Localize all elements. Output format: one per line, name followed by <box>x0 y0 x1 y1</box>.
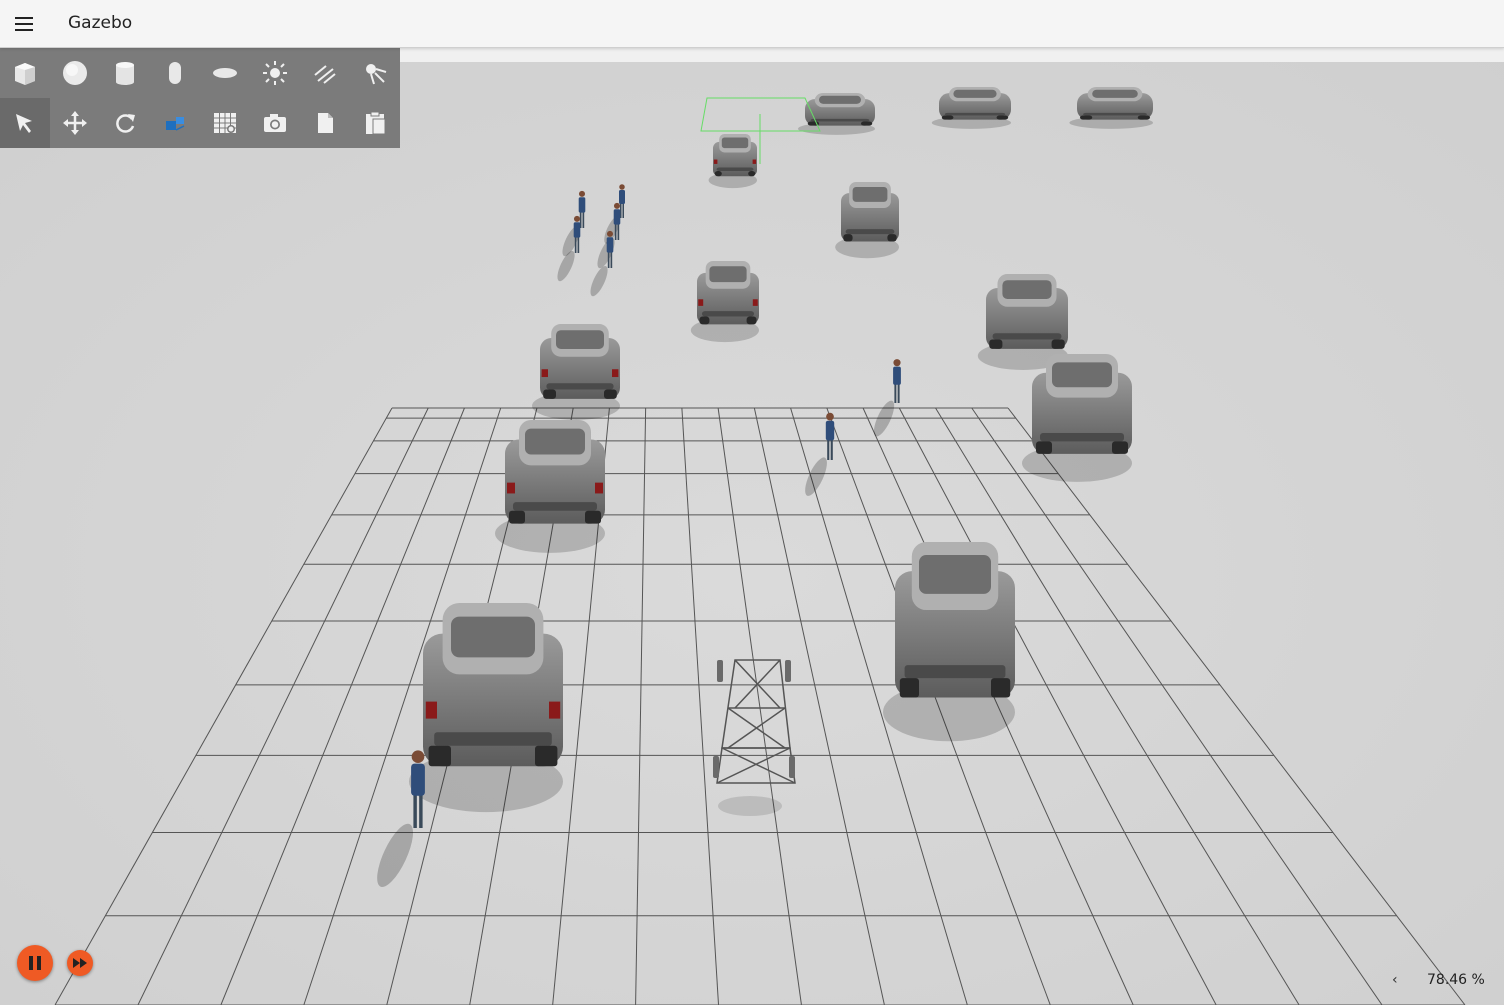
car-model[interactable] <box>1077 87 1153 120</box>
real-time-factor: 78.46 % <box>1427 972 1485 988</box>
screenshot-camera-icon <box>264 114 286 132</box>
box-shape-button[interactable] <box>0 48 50 98</box>
ellipsoid-shape-button[interactable] <box>200 48 250 98</box>
spot-light-button[interactable] <box>350 48 400 98</box>
transform-control-icon <box>166 117 185 131</box>
cylinder-shape-button[interactable] <box>100 48 150 98</box>
copy-button[interactable] <box>300 98 350 148</box>
screenshot-button[interactable] <box>250 98 300 148</box>
car-model[interactable] <box>986 274 1068 349</box>
box-icon <box>15 63 35 85</box>
select-icon <box>16 114 32 133</box>
app-title: Gazebo <box>68 13 133 33</box>
title-bar: Gazebo <box>0 0 1504 48</box>
ellipsoid-icon <box>213 68 237 78</box>
pause-icon <box>29 956 33 970</box>
expand-stats-chevron-icon[interactable]: ‹ <box>1392 972 1398 988</box>
spot-light-icon <box>366 64 387 85</box>
hamburger-menu-icon[interactable] <box>8 8 40 40</box>
step-forward-button[interactable] <box>67 950 93 976</box>
rotate-mode-button[interactable] <box>100 98 150 148</box>
car-model[interactable] <box>841 182 899 242</box>
grid-snap-button[interactable] <box>200 98 250 148</box>
directional-light-icon <box>314 65 336 84</box>
toolbar <box>0 48 400 148</box>
rotate-icon <box>116 114 135 133</box>
cylinder-icon <box>116 62 134 85</box>
3d-scene-viewport[interactable] <box>0 48 1504 1005</box>
sphere-icon <box>63 61 87 85</box>
paste-icon <box>366 111 386 135</box>
fast-forward-icon <box>73 958 87 968</box>
sphere-shape-button[interactable] <box>50 48 100 98</box>
copy-icon <box>318 113 333 133</box>
car-model[interactable] <box>713 134 757 177</box>
car-model[interactable] <box>505 420 605 524</box>
car-model[interactable] <box>895 542 1015 698</box>
translate-icon <box>63 111 87 135</box>
translate-mode-button[interactable] <box>50 98 100 148</box>
pause-button[interactable] <box>17 945 53 981</box>
point-light-button[interactable] <box>250 48 300 98</box>
car-model[interactable] <box>423 603 563 767</box>
capsule-icon <box>169 62 181 84</box>
directional-light-button[interactable] <box>300 48 350 98</box>
transform-control-button[interactable] <box>150 98 200 148</box>
car-model[interactable] <box>1032 354 1132 454</box>
point-light-icon <box>263 61 287 85</box>
car-model[interactable] <box>540 324 620 399</box>
grid-snap-icon <box>214 113 236 133</box>
select-mode-button[interactable] <box>0 98 50 148</box>
paste-button[interactable] <box>350 98 400 148</box>
car-model[interactable] <box>939 87 1011 120</box>
car-model[interactable] <box>697 261 759 325</box>
capsule-shape-button[interactable] <box>150 48 200 98</box>
